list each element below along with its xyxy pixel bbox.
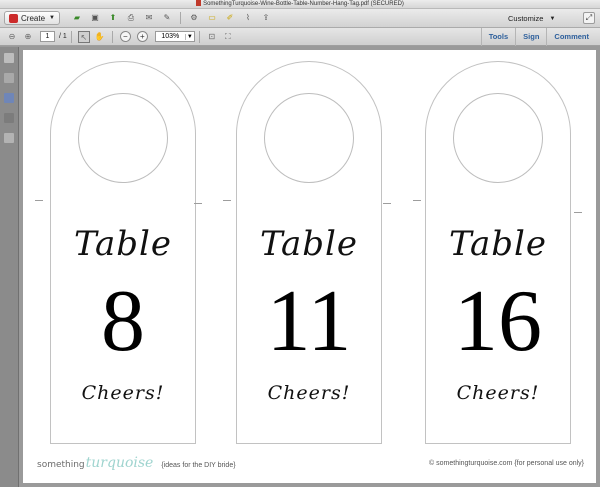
share-icon[interactable]: ⇪ (260, 12, 272, 24)
save-icon[interactable]: ▣ (89, 12, 101, 24)
pdf-file-icon (196, 0, 202, 7)
tag-table-number: 8 (101, 273, 145, 370)
hang-tag: Table 16 Cheers! (425, 61, 571, 444)
cut-guide-mark (574, 212, 582, 213)
left-navigation-panel (0, 47, 19, 487)
pages-icon[interactable] (4, 73, 14, 83)
tag-table-word: Table (73, 224, 173, 264)
sign-link[interactable]: Sign (515, 28, 546, 46)
full-screen-icon[interactable]: ⛶ (222, 31, 234, 43)
tag-table-word: Table (259, 224, 359, 264)
toolbar-divider (179, 12, 181, 24)
select-cursor-icon[interactable]: ↖ (77, 30, 90, 43)
page-total: / 1 (59, 33, 67, 40)
signature-icon[interactable] (4, 113, 14, 123)
hang-tag: Table 11 Cheers! (236, 61, 382, 444)
chevron-down-icon: ▼ (549, 15, 556, 22)
nav-divider (111, 30, 113, 43)
zoom-value: 103% (161, 33, 180, 40)
zoom-in-icon[interactable]: + (136, 31, 148, 42)
hang-tag: Table 8 Cheers! (50, 61, 196, 444)
copyright-credit: © somethingturquoise.com {for personal u… (429, 460, 584, 467)
customize-label: Customize (508, 14, 544, 23)
tag-table-number: 11 (266, 273, 352, 370)
hand-tool-icon[interactable]: ✋ (94, 31, 106, 43)
brand-footer: something turquoise {ideas for the DIY b… (37, 455, 236, 471)
settings-icon[interactable]: ⚙ (188, 12, 200, 24)
cut-guide-mark (413, 200, 421, 201)
bookmark-icon[interactable] (4, 93, 14, 103)
customize-button[interactable]: Customize ▼ (508, 12, 555, 25)
nav-divider (70, 30, 72, 43)
highlight-icon[interactable]: ✐ (224, 12, 236, 24)
page-thumbnails-icon[interactable] (4, 53, 14, 63)
create-pdf-icon (9, 13, 18, 23)
pdf-page: Table 8 Cheers! Table 11 Cheers! Table 1… (23, 50, 596, 483)
cut-guide-mark (35, 200, 43, 201)
zoom-select[interactable]: 103% ▼ (154, 31, 195, 42)
tools-link[interactable]: Tools (480, 28, 515, 46)
open-folder-icon[interactable]: ▰ (71, 12, 83, 24)
attach-icon[interactable]: ⌇ (242, 12, 254, 24)
next-page-icon[interactable]: ⊕ (22, 31, 34, 43)
bottle-neck-hole (453, 93, 543, 183)
expand-icon[interactable]: ⤢ (583, 12, 595, 24)
bottle-neck-hole (264, 93, 354, 183)
comment-icon[interactable]: ▭ (206, 12, 218, 24)
layers-icon[interactable] (4, 133, 14, 143)
navigation-toolbar: ⊖ ⊕ 1 / 1 ↖ ✋ − + 103% ▼ ⊡ ⛶ Tools Sign … (0, 28, 600, 46)
window-title-bar: SomethingTurquoise-Wine-Bottle-Table-Num… (0, 0, 600, 9)
email-icon[interactable]: ✉ (143, 12, 155, 24)
logo-turquoise: turquoise (85, 455, 154, 471)
fit-page-icon[interactable]: ⊡ (206, 31, 218, 43)
previous-page-icon[interactable]: ⊖ (6, 31, 18, 43)
logo-something: something (37, 460, 85, 470)
bottle-neck-hole (78, 93, 168, 183)
tag-table-word: Table (448, 224, 548, 264)
cut-guide-mark (223, 200, 231, 201)
tag-closing: Cheers! (456, 382, 540, 404)
tag-table-number: 16 (454, 273, 542, 370)
edit-icon[interactable]: ✎ (161, 12, 173, 24)
main-toolbar: Create ▼ ▰ ▣ ⬆ ⎙ ✉ ✎ ⚙ ▭ ✐ ⌇ ⇪ Customize… (0, 9, 600, 28)
tag-closing: Cheers! (81, 382, 165, 404)
comment-link[interactable]: Comment (546, 28, 596, 46)
upload-icon[interactable]: ⬆ (107, 12, 119, 24)
nav-divider (198, 30, 200, 43)
page-number-input[interactable]: 1 (40, 31, 55, 42)
print-icon[interactable]: ⎙ (125, 12, 137, 24)
cut-guide-mark (383, 203, 391, 204)
cut-guide-mark (194, 203, 202, 204)
zoom-out-icon[interactable]: − (119, 31, 131, 42)
right-panel-links: Tools Sign Comment (480, 28, 596, 46)
window-title: SomethingTurquoise-Wine-Bottle-Table-Num… (203, 1, 404, 7)
tag-closing: Cheers! (267, 382, 351, 404)
chevron-down-icon: ▼ (184, 33, 194, 40)
chevron-down-icon: ▼ (49, 15, 55, 21)
brand-tagline: {ideas for the DIY bride} (161, 462, 236, 469)
create-button[interactable]: Create ▼ (4, 11, 60, 25)
toolbar-icons: ▰ ▣ ⬆ ⎙ ✉ ✎ ⚙ ▭ ✐ ⌇ ⇪ (68, 12, 275, 24)
create-label: Create (21, 13, 46, 23)
